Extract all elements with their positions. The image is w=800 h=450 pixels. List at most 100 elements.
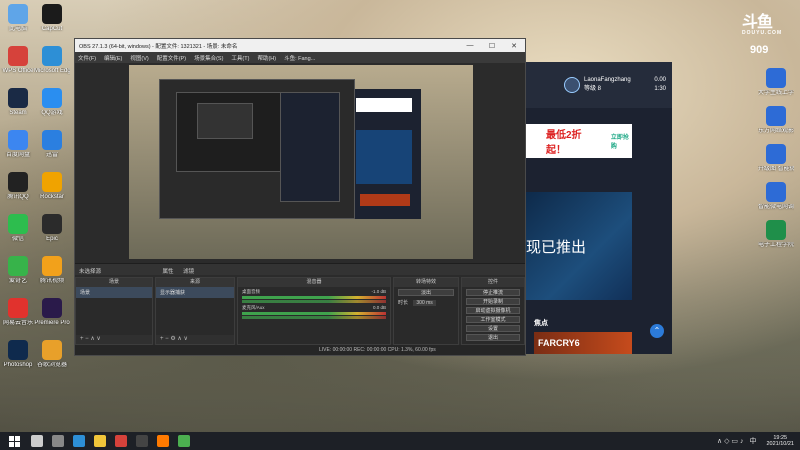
mixer-channel-desktop[interactable]: 桌面音频 -1.0 dB <box>242 289 386 303</box>
preview-hero <box>356 130 412 184</box>
tray-icons[interactable]: ∧ ◇ ▭ ♪ <box>717 437 743 445</box>
desktop-icon-label: 此电脑 <box>8 26 27 32</box>
explorer-icon[interactable] <box>94 435 106 447</box>
hero-banner[interactable]: 现已推出 <box>526 192 632 300</box>
mixer-dock: 混音器 桌面音频 -1.0 dB 麦克风/Aux 0.0 dB <box>237 277 391 345</box>
start-button[interactable] <box>6 433 22 449</box>
sources-title: 来源 <box>156 278 234 287</box>
scenes-footer[interactable]: + − ∧ ∨ <box>76 335 152 344</box>
desktop-icon-label: Microsoft Edge <box>34 68 70 74</box>
desktop-icon[interactable]: Premiere Pro <box>34 298 70 327</box>
desktop-icon[interactable]: 谷歌浏览器 <box>34 340 70 369</box>
app-icon <box>42 130 62 150</box>
desktop-icon[interactable]: 爱奇艺 <box>0 256 36 285</box>
minimize-button[interactable]: — <box>459 42 481 50</box>
app-icon <box>8 46 28 66</box>
desktop-icon[interactable]: 网易云音乐 <box>0 298 36 327</box>
volume-meter <box>242 316 386 319</box>
app-icon <box>766 220 786 240</box>
game-card[interactable]: FARCRY6 <box>534 332 632 354</box>
preview-canvas[interactable] <box>129 65 473 259</box>
menu-edit[interactable]: 编辑(E) <box>104 54 122 62</box>
desktop-icon-label: 电子工程学院学生成绩表.xls <box>758 242 794 248</box>
desktop-icon[interactable]: 腾讯视频 <box>34 256 70 285</box>
desktop-icon[interactable]: Rockstar <box>34 172 70 201</box>
properties-button[interactable]: 属性 <box>163 269 174 275</box>
desktop-icon[interactable]: 此电脑 <box>0 4 36 33</box>
desktop-icon[interactable]: 腾讯QQ <box>0 172 36 201</box>
app-icon <box>8 214 28 234</box>
menu-scene-collection[interactable]: 场景集合(S) <box>194 54 223 62</box>
desktop-icon-label: Premiere Pro <box>34 320 70 326</box>
sources-footer[interactable]: + − ⚙ ∧ ∨ <box>156 335 234 344</box>
desktop-icon[interactable]: 东方网络观影量调查问卷.docx <box>758 106 794 135</box>
task-view-icon[interactable] <box>52 435 64 447</box>
desktop-icon-label: WPS Office <box>2 68 34 74</box>
settings-button[interactable]: 设置 <box>466 325 520 332</box>
desktop-icon[interactable]: 智能微电网调度优化研究.docx <box>758 182 794 211</box>
virtual-camera-button[interactable]: 启动虚拟摄像机 <box>466 307 520 314</box>
stop-stream-button[interactable]: 停止推流 <box>466 289 520 296</box>
desktop-icon[interactable]: Epic <box>34 214 70 243</box>
mixer-channel-mic[interactable]: 麦克风/Aux 0.0 dB <box>242 305 386 319</box>
filters-button[interactable]: 滤镜 <box>183 269 194 275</box>
menu-profile[interactable]: 配置文件(P) <box>157 54 186 62</box>
nested-obs-1 <box>159 79 355 219</box>
desktop-icon[interactable]: Microsoft Edge <box>34 46 70 75</box>
duration-input[interactable]: 300 ms <box>413 300 436 306</box>
volume-meter <box>242 312 386 315</box>
obs-titlebar[interactable]: OBS 27.1.3 (64-bit, windows) - 配置文件: 132… <box>75 39 525 52</box>
taskbar-apps <box>22 435 190 447</box>
desktop-icon[interactable]: QQ游戏 <box>34 88 70 117</box>
clock[interactable]: 19:25 2021/10/21 <box>766 435 794 447</box>
window-buttons: — ☐ ✕ <box>459 42 525 50</box>
desktop-icon-label: 百度网盘 <box>5 152 30 158</box>
scroll-up-button[interactable]: ⌃ <box>650 324 664 338</box>
menu-view[interactable]: 视图(V) <box>130 54 148 62</box>
system-tray: ∧ ◇ ▭ ♪ 中 19:25 2021/10/21 <box>711 435 794 447</box>
menu-file[interactable]: 文件(F) <box>78 54 96 62</box>
desktop-icon[interactable]: Steam <box>0 88 36 117</box>
desktop-icon-label: 谷歌浏览器 <box>36 362 67 368</box>
desktop-icon[interactable]: Photoshop <box>0 340 36 369</box>
desktop-icon[interactable]: 微信 <box>0 214 36 243</box>
obs-docks: 场景 场景 + − ∧ ∨ 来源 显示器捕获 + − ⚙ ∧ ∨ 混音器 桌面音… <box>75 277 525 345</box>
promo-banner[interactable]: 最低2折起！ 立即抢购 <box>526 124 632 158</box>
chrome-icon[interactable] <box>178 435 190 447</box>
scene-item[interactable]: 场景 <box>76 287 152 298</box>
douyu-panel[interactable]: LaonaFangzhang 等级 8 0.00 1:30 最低2折起！ 立即抢… <box>526 62 672 354</box>
obs-icon[interactable] <box>136 435 148 447</box>
desktop-icon[interactable]: 电子工程学院学生成绩表.xls <box>758 220 794 249</box>
transition-select[interactable]: 淡出 <box>398 289 454 296</box>
desktop-icon[interactable]: 迅雷 <box>34 130 70 159</box>
search-icon[interactable] <box>31 435 43 447</box>
user-stats: 0.00 1:30 <box>654 76 666 94</box>
maximize-button[interactable]: ☐ <box>481 42 503 50</box>
exit-button[interactable]: 退出 <box>466 334 520 341</box>
menu-douyu[interactable]: 斗鱼: Fang... <box>284 54 315 62</box>
desktop-icon[interactable]: 大学生线上学习效果研究 <box>758 68 794 97</box>
desktop-icon[interactable]: WPS Office <box>0 46 36 75</box>
obs-window[interactable]: OBS 27.1.3 (64-bit, windows) - 配置文件: 132… <box>74 38 526 356</box>
app-icon <box>8 340 28 360</box>
input-language[interactable]: 中 <box>749 436 756 446</box>
start-recording-button[interactable]: 开始录制 <box>466 298 520 305</box>
desktop-icon[interactable]: 升级图 智能微电网系统.docx <box>758 144 794 173</box>
stat-a: 0.00 <box>654 77 666 83</box>
menu-tools[interactable]: 工具(T) <box>231 54 249 62</box>
avatar[interactable] <box>564 77 580 93</box>
desktop-icon-label: 腾讯QQ <box>7 194 29 200</box>
edge-icon[interactable] <box>73 435 85 447</box>
studio-mode-button[interactable]: 工作室模式 <box>466 316 520 323</box>
desktop-icon[interactable]: 百度网盘 <box>0 130 36 159</box>
desktop-icon-label: 智能微电网调度优化研究.docx <box>758 204 794 210</box>
source-item[interactable]: 显示器捕获 <box>156 287 234 298</box>
preview-douyu <box>355 89 421 219</box>
window-title: OBS 27.1.3 (64-bit, windows) - 配置文件: 132… <box>79 43 238 50</box>
menu-help[interactable]: 帮助(H) <box>257 54 276 62</box>
douyu-icon[interactable] <box>157 435 169 447</box>
wps-icon[interactable] <box>115 435 127 447</box>
close-button[interactable]: ✕ <box>503 42 525 50</box>
mixer-title: 混音器 <box>238 278 390 287</box>
desktop-icon[interactable]: CapCut <box>34 4 70 33</box>
